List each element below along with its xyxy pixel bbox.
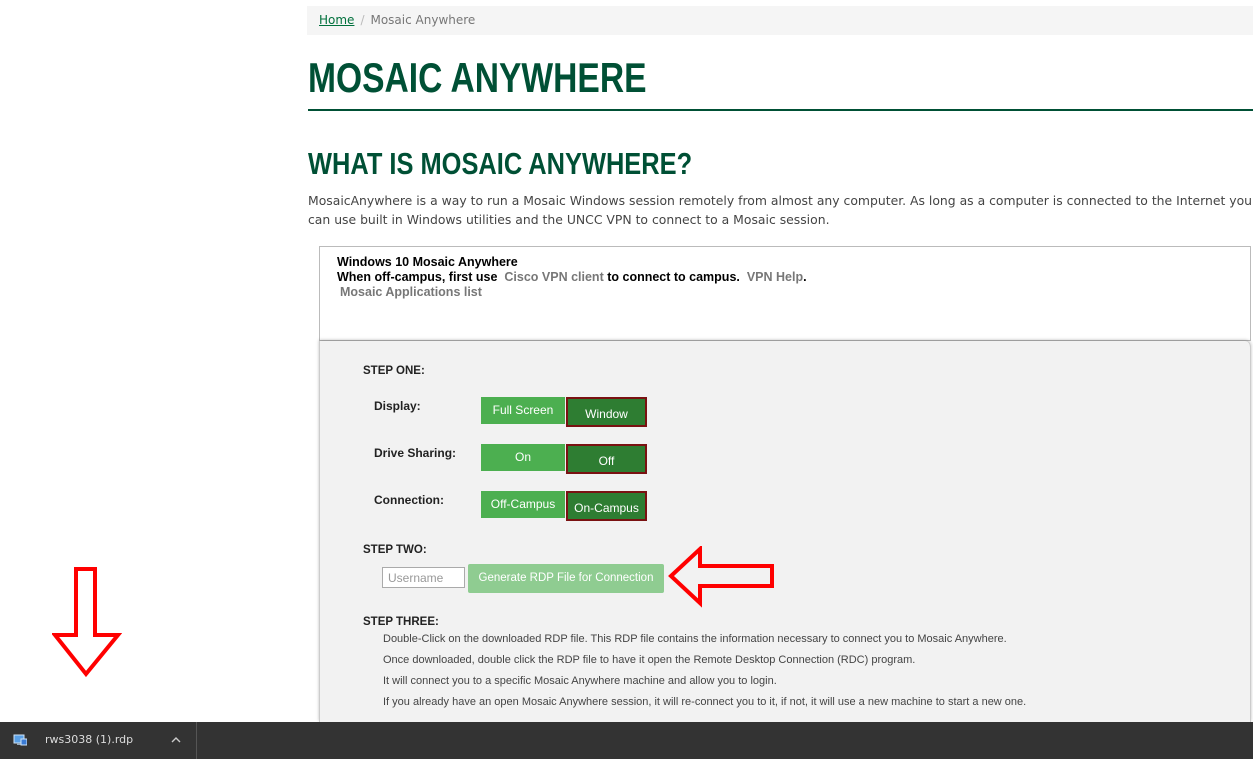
info-line-middle: to connect to campus. [607, 270, 740, 284]
drive-sharing-label: Drive Sharing: [374, 446, 457, 460]
download-bar: rws3038 (1).rdp [0, 722, 1253, 759]
display-label: Display: [374, 399, 421, 413]
step-two-label: STEP TWO: [363, 544, 427, 556]
off-campus-button[interactable]: Off-Campus [481, 491, 565, 518]
page-title: MOSAIC ANYWHERE [308, 54, 647, 101]
rdp-generator-panel: STEP ONE: Display: Full Screen Window Dr… [319, 341, 1251, 722]
info-line-prefix: When off-campus, first use [337, 270, 498, 284]
drive-on-button[interactable]: On [481, 444, 565, 471]
breadcrumb-separator: / [360, 13, 365, 27]
generate-rdp-button[interactable]: Generate RDP File for Connection [468, 564, 664, 593]
section-title: WHAT IS MOSAIC ANYWHERE? [308, 146, 693, 181]
download-file-name: rws3038 (1).rdp [45, 733, 134, 746]
step-three-line: It will connect you to a specific Mosaic… [383, 675, 777, 687]
username-input[interactable] [382, 567, 465, 588]
info-title: Windows 10 Mosaic Anywhere [337, 255, 518, 269]
title-divider [308, 109, 1253, 111]
connection-label: Connection: [374, 493, 444, 507]
step-three-line: Once downloaded, double click the RDP fi… [383, 654, 916, 666]
full-screen-button[interactable]: Full Screen [481, 397, 565, 424]
rdp-file-icon [13, 734, 27, 746]
download-item[interactable]: rws3038 (1).rdp [0, 722, 197, 759]
drive-off-button[interactable]: Off [566, 444, 647, 474]
breadcrumb-current: Mosaic Anywhere [370, 13, 476, 27]
window-button[interactable]: Window [566, 397, 647, 427]
step-three-label: STEP THREE: [363, 616, 439, 628]
breadcrumb: Home / Mosaic Anywhere [307, 6, 1253, 35]
step-three-line: Double-Click on the downloaded RDP file.… [383, 633, 1007, 645]
step-three-instructions: Double-Click on the downloaded RDP file.… [383, 629, 1026, 713]
breadcrumb-home-link[interactable]: Home [319, 13, 354, 27]
left-arrow-annotation-icon [668, 546, 774, 608]
cisco-vpn-link[interactable]: Cisco VPN client [504, 270, 603, 284]
info-box: Windows 10 Mosaic Anywhere When off-camp… [319, 246, 1251, 341]
info-line-end: . [803, 270, 807, 284]
down-arrow-annotation-icon [52, 567, 122, 678]
vpn-help-link[interactable]: VPN Help [747, 270, 803, 284]
step-three-line: If you already have an open Mosaic Anywh… [383, 696, 1027, 708]
on-campus-button[interactable]: On-Campus [566, 491, 647, 521]
step-one-label: STEP ONE: [363, 365, 425, 377]
chevron-up-icon[interactable] [170, 734, 182, 746]
intro-paragraph: MosaicAnywhere is a way to run a Mosaic … [308, 193, 1253, 227]
mosaic-applications-link[interactable]: Mosaic Applications list [340, 285, 482, 299]
